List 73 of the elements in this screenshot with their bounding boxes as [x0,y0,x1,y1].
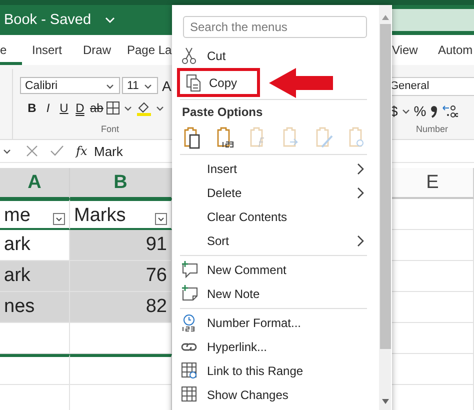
group-label: Font [100,124,120,134]
format-button[interactable]: B [26,101,38,115]
comment-icon [181,261,198,279]
menu-item[interactable]: Number Format... [172,311,379,335]
filter-button[interactable] [155,213,167,225]
column-header[interactable]: A [0,168,70,199]
check-icon[interactable] [50,145,64,157]
font-name-dropdown[interactable]: Calibri [20,77,120,94]
menu-item[interactable]: Clear Contents [172,205,379,229]
ribbon-tab[interactable]: View [392,35,438,65]
chevron-down-icon [105,82,115,90]
insert-function-button[interactable]: fx [76,144,88,158]
table-cell: ark [4,234,30,256]
ribbon-tab[interactable]: Insert [32,35,83,65]
section-title: Paste Options [181,104,264,121]
menu-item[interactable]: Sort [172,229,379,253]
grow-font-button[interactable]: A [162,78,172,94]
paste-values-icon[interactable] [215,126,235,148]
chevron-down-icon[interactable] [402,107,410,115]
header-cell: Marks [74,206,126,225]
table-cell: 82 [146,296,167,318]
menu-item[interactable]: New Note [172,282,379,306]
font-size-dropdown[interactable]: 11 [122,77,158,94]
decimal-icon[interactable] [442,104,458,118]
table-icon [181,386,198,404]
format-button[interactable]: D [74,101,86,115]
pointer-arrow [268,66,334,98]
format-button[interactable]: U [58,101,70,115]
document-title: Book - Saved [4,12,92,28]
paste-icon[interactable] [182,126,202,148]
format-button[interactable]: I [42,101,54,115]
scroll-thumb[interactable] [380,24,390,349]
chevron-down-icon[interactable] [105,16,116,24]
menu-item[interactable]: Cut [172,44,379,68]
scissors-icon [181,47,198,65]
table-link-icon [181,362,198,380]
table-cell: ark [4,265,30,287]
filter-button[interactable] [53,213,65,225]
search-field[interactable]: Search the menus [183,16,367,38]
menu-item[interactable]: Delete [172,181,379,205]
chevron-down-icon[interactable] [156,104,164,112]
scroll-down-icon[interactable] [382,399,388,404]
fill-color-icon[interactable] [136,100,152,116]
menu-item[interactable]: Hyperlink... [172,335,379,359]
scrollbar[interactable] [379,5,391,410]
menu-item[interactable]: New Comment [172,258,379,282]
ribbon-tab[interactable]: Autom [438,35,473,65]
header-cell: me [4,206,30,225]
formula-field[interactable]: Mark [86,144,123,158]
ribbon-tab[interactable]: Draw [83,35,127,65]
note-icon [181,285,198,303]
table-cell: 91 [146,234,167,256]
cancel-icon[interactable] [26,145,38,157]
menu-item[interactable]: Show Changes [172,383,379,407]
menu-item[interactable]: Insert [172,157,379,181]
comma-style-icon[interactable] [430,104,438,118]
table-cell: 76 [146,265,167,287]
chevron-right-icon [357,187,365,199]
format-button[interactable]: ab [90,101,102,115]
menu-item[interactable]: Copy [180,71,254,94]
chevron-down-icon[interactable] [2,147,12,155]
column-header[interactable]: B [70,168,172,199]
table-cell: nes [4,296,35,318]
chevron-down-icon[interactable] [124,104,132,112]
percent-button[interactable]: % [414,103,426,119]
chevron-down-icon [143,82,153,90]
menu-item[interactable]: Link to this Range [172,359,379,383]
column-header[interactable]: E [392,168,474,199]
group-label: Number [414,124,449,134]
chevron-right-icon [357,235,365,247]
copy-icon [186,74,203,92]
chevron-right-icon [357,163,365,175]
borders-icon[interactable] [106,101,120,115]
